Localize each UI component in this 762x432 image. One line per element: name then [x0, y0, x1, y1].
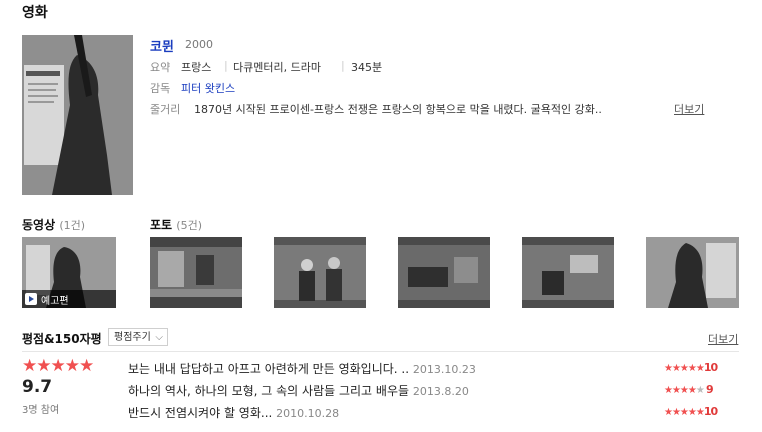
plot-text: 1870년 시작된 프로이센-프랑스 전쟁은 프랑스의 항복으로 막을 내렸다.…	[194, 103, 602, 116]
plot-more-link[interactable]: 더보기	[674, 101, 704, 117]
separator: |	[224, 59, 228, 72]
review-stars: ★★★★★10	[664, 361, 718, 374]
photo-thumbnail[interactable]	[522, 237, 614, 308]
photo-thumbnail[interactable]	[150, 237, 242, 308]
play-icon	[25, 293, 37, 305]
review-date: 2013.10.23	[412, 363, 476, 376]
review-text: 반드시 전염시켜야 할 영화...	[128, 406, 273, 420]
movie-year: 2000	[185, 38, 213, 51]
photos-title: 포토	[150, 218, 173, 232]
review-date: 2010.10.28	[276, 407, 340, 420]
review-item: 반드시 전염시켜야 할 영화... 2010.10.28	[128, 404, 339, 421]
divider	[22, 351, 739, 352]
movie-runtime: 345분	[351, 61, 383, 74]
review-text: 보는 내내 답답하고 아프고 아련하게 만든 영화입니다. ..	[128, 362, 410, 376]
trailer-label: 예고편	[41, 296, 69, 307]
photos-heading: 포토 (5건)	[150, 216, 202, 233]
director-label: 감독	[150, 82, 171, 95]
plot-label: 줄거리	[150, 103, 181, 116]
participants-count: 3명 참여	[22, 405, 60, 416]
videos-count: (1건)	[59, 219, 86, 232]
videos-title: 동영상	[22, 218, 56, 232]
review-score: 10	[703, 405, 718, 418]
review-date: 2013.8.20	[412, 385, 469, 398]
reviews-more-link[interactable]: 더보기	[708, 331, 738, 347]
separator: |	[341, 59, 345, 72]
review-stars: ★★★★★ 9	[664, 383, 714, 396]
photos-count: (5건)	[176, 219, 202, 232]
movie-country: 프랑스	[181, 61, 212, 74]
videos-heading: 동영상 (1건)	[22, 216, 85, 233]
movie-title[interactable]: 코뮌	[150, 36, 174, 55]
rate-button[interactable]: 평점주기 ⌵	[108, 328, 168, 346]
review-stars: ★★★★★10	[664, 405, 718, 418]
photo-thumbnail[interactable]	[646, 237, 739, 308]
movie-poster[interactable]	[22, 35, 133, 195]
review-item: 하나의 역사, 하나의 모형, 그 속의 사람들 그리고 배우들 2013.8.…	[128, 382, 469, 399]
review-score: 9	[706, 383, 714, 396]
summary-label: 요약	[150, 61, 171, 74]
review-item: 보는 내내 답답하고 아프고 아련하게 만든 영화입니다. .. 2013.10…	[128, 360, 476, 377]
director-link[interactable]: 피터 왓킨스	[181, 80, 235, 96]
reviews-title: 평점&150자평	[22, 332, 102, 346]
photo-thumbnail[interactable]	[274, 237, 366, 308]
average-score: 9.7	[22, 377, 53, 397]
section-title: 영화	[22, 5, 48, 21]
average-stars: ★★★★★	[22, 356, 94, 376]
review-text: 하나의 역사, 하나의 모형, 그 속의 사람들 그리고 배우들	[128, 384, 410, 398]
photo-thumbnail[interactable]	[398, 237, 490, 308]
rate-button-label: 평점주기	[114, 332, 151, 343]
trailer-badge[interactable]: 예고편	[22, 290, 116, 308]
chevron-down-icon: ⌵	[155, 332, 163, 343]
movie-genre: 다큐멘터리, 드라마	[233, 61, 321, 74]
review-score: 10	[703, 361, 718, 374]
